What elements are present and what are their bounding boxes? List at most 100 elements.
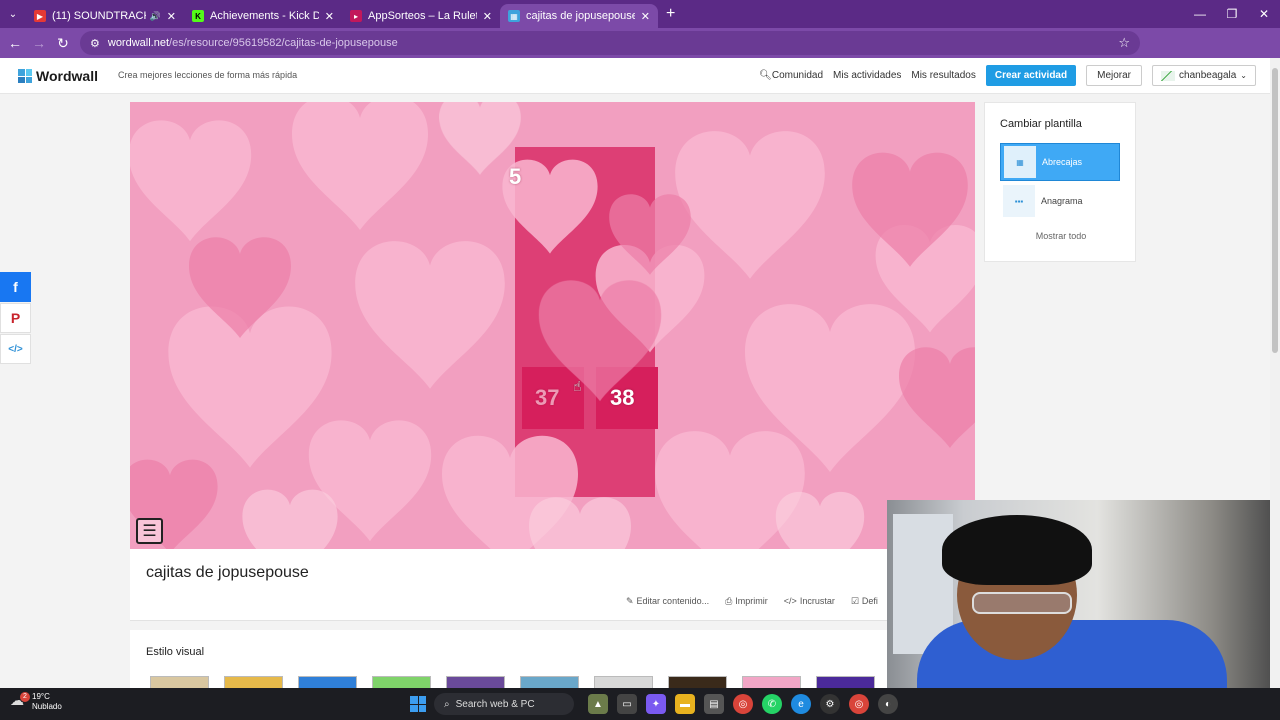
theme-thumbnail[interactable] — [520, 676, 579, 688]
box-number[interactable]: 37 — [535, 385, 559, 411]
audio-icon[interactable]: 🔊 — [150, 11, 161, 22]
task-view-icon[interactable]: ▭ — [617, 694, 637, 714]
kick-icon: K — [192, 10, 204, 22]
close-tab-icon[interactable]: ✕ — [641, 10, 650, 23]
forward-icon[interactable]: → — [27, 28, 51, 58]
facebook-icon[interactable]: f — [0, 272, 31, 302]
mis-resultados-link[interactable]: Mis resultados — [911, 66, 975, 85]
wordwall-logo[interactable]: Wordwall — [18, 68, 98, 84]
mejorar-button[interactable]: Mejorar — [1086, 65, 1143, 86]
appsorteos-icon: ▸ — [350, 10, 362, 22]
webcam-person-shirt — [917, 620, 1227, 688]
mis-actividades-link[interactable]: Mis actividades — [833, 66, 901, 85]
browser-tab-4-active[interactable]: ▦ cajitas de jopusepouse - Abrec ✕ — [500, 4, 658, 28]
template-panel: Cambiar plantilla ▦ Abrecajas ▪▪▪ Anagra… — [984, 102, 1136, 262]
webcam-person-glasses — [972, 592, 1072, 614]
mouse-cursor-icon: ☝ — [573, 378, 582, 394]
embed-link[interactable]: </> Incrustar — [784, 596, 835, 607]
edit-content-link[interactable]: ✎ Editar contenido... — [626, 596, 709, 607]
template-option-anagrama[interactable]: ▪▪▪ Anagrama — [1000, 182, 1120, 220]
theme-thumbnail[interactable] — [150, 676, 209, 688]
browser-tab-3[interactable]: ▸ AppSorteos – La Ruleta de la S ✕ — [342, 4, 500, 28]
logo-text: Wordwall — [36, 68, 98, 84]
search-icon: 🔍︎ — [759, 70, 772, 81]
widget-icon[interactable]: ▲ — [588, 694, 608, 714]
show-all-link[interactable]: Mostrar todo — [985, 231, 1137, 241]
checkbox-icon: ☑ — [850, 596, 859, 606]
wordwall-header: Wordwall Crea mejores lecciones de forma… — [0, 58, 1270, 94]
minimize-icon[interactable]: — — [1184, 0, 1216, 28]
code-icon: </> — [783, 596, 797, 606]
crear-actividad-button[interactable]: Crear actividad — [985, 65, 1077, 86]
whatsapp-icon[interactable]: ✆ — [762, 694, 782, 714]
new-tab-icon[interactable]: + — [666, 5, 675, 23]
scrollbar-thumb[interactable] — [1272, 68, 1278, 353]
store-icon[interactable]: ▤ — [704, 694, 724, 714]
windows-taskbar: ☁ 2 19°C Nublado ⌕ Search web & PC ▲ ▭ ✦ … — [0, 688, 1280, 720]
back-icon[interactable]: ← — [3, 28, 27, 58]
chevron-down-icon: ⌄ — [1240, 71, 1247, 80]
weather-widget[interactable]: ☁ 2 19°C Nublado — [10, 692, 62, 712]
theme-thumbnail[interactable] — [668, 676, 727, 688]
comunidad-link[interactable]: 🔍︎Comunidad — [759, 66, 823, 85]
chrome-profile-icon[interactable]: ◎ — [849, 694, 869, 714]
edge-icon[interactable]: e — [791, 694, 811, 714]
page-scrollbar[interactable] — [1270, 58, 1280, 688]
social-share-bar: f P </> — [0, 272, 31, 365]
tab-title: (11) SOUNDTRACK EEG | Ti — [52, 10, 146, 22]
webcam-person-hair — [942, 515, 1092, 585]
site-info-icon[interactable]: ⚙ — [90, 37, 100, 50]
heart-background — [130, 102, 975, 549]
temperature: 19°C — [32, 692, 50, 701]
app-icon[interactable]: ◐ — [878, 694, 898, 714]
print-label: Imprimir — [735, 596, 768, 606]
copilot-icon[interactable]: ✦ — [646, 694, 666, 714]
file-explorer-icon[interactable]: ▬ — [675, 694, 695, 714]
browser-tab-2[interactable]: K Achievements - Kick Dashboard ✕ — [184, 4, 342, 28]
game-menu-button[interactable]: ☰ — [136, 518, 163, 544]
embed-code-icon[interactable]: </> — [0, 334, 31, 364]
chrome-icon[interactable]: ◎ — [733, 694, 753, 714]
theme-thumbnail[interactable] — [224, 676, 283, 688]
template-option-label: Anagrama — [1041, 196, 1083, 206]
close-tab-icon[interactable]: ✕ — [167, 10, 176, 23]
theme-thumbnail[interactable] — [816, 676, 875, 688]
define-link[interactable]: ☑ Defi — [851, 596, 878, 607]
taskbar-search[interactable]: ⌕ Search web & PC — [434, 693, 574, 715]
close-window-icon[interactable]: ✕ — [1248, 0, 1280, 28]
box-number[interactable]: 38 — [610, 385, 634, 411]
activity-title: cajitas de jopusepouse — [146, 564, 309, 581]
close-tab-icon[interactable]: ✕ — [325, 10, 334, 23]
url-path: /es/resource/95619582/cajitas-de-jopusep… — [169, 37, 398, 49]
tab-title: Achievements - Kick Dashboard — [210, 10, 319, 22]
theme-thumbnail[interactable] — [446, 676, 505, 688]
print-link[interactable]: ⎙ Imprimir — [725, 596, 768, 607]
activity-toolbar: ✎ Editar contenido... ⎙ Imprimir </> Incrus… — [626, 596, 878, 607]
template-option-abrecajas[interactable]: ▦ Abrecajas — [1000, 143, 1120, 181]
bookmark-star-icon[interactable]: ☆ — [1118, 35, 1130, 51]
top-navigation: 🔍︎Comunidad Mis actividades Mis resultad… — [759, 65, 1256, 86]
pinterest-icon[interactable]: P — [0, 303, 31, 333]
url-input[interactable]: ⚙ wordwall.net/es/resource/95619582/caji… — [80, 31, 1140, 55]
theme-thumbnail[interactable] — [372, 676, 431, 688]
visual-style-label: Estilo visual — [146, 646, 205, 658]
game-canvas[interactable]: 5 37 38 ☝ ☰ — [130, 102, 975, 549]
box-number[interactable]: 5 — [509, 164, 521, 190]
theme-thumbnail[interactable] — [742, 676, 801, 688]
browser-tab-1[interactable]: ▶ (11) SOUNDTRACK EEG | Ti 🔊 ✕ — [26, 4, 184, 28]
webcam-overlay — [887, 500, 1270, 688]
user-menu[interactable]: chanbeagala ⌄ — [1152, 65, 1256, 86]
abrecajas-template-icon: ▦ — [1004, 146, 1036, 178]
steam-icon[interactable]: ⚙ — [820, 694, 840, 714]
tab-search-icon[interactable]: ⌄ — [0, 0, 26, 28]
theme-thumbnail[interactable] — [298, 676, 357, 688]
close-tab-icon[interactable]: ✕ — [483, 10, 492, 23]
visual-style-section: Estilo visual — [130, 630, 890, 688]
theme-thumbnail[interactable] — [594, 676, 653, 688]
template-option-label: Abrecajas — [1042, 157, 1083, 167]
taskbar-apps: ▲ ▭ ✦ ▬ ▤ ◎ ✆ e ⚙ ◎ ◐ — [588, 694, 898, 714]
reload-icon[interactable]: ↻ — [51, 28, 75, 58]
maximize-icon[interactable]: ❐ — [1216, 0, 1248, 28]
windows-start-icon[interactable] — [410, 696, 426, 712]
user-name: chanbeagala — [1179, 70, 1237, 81]
